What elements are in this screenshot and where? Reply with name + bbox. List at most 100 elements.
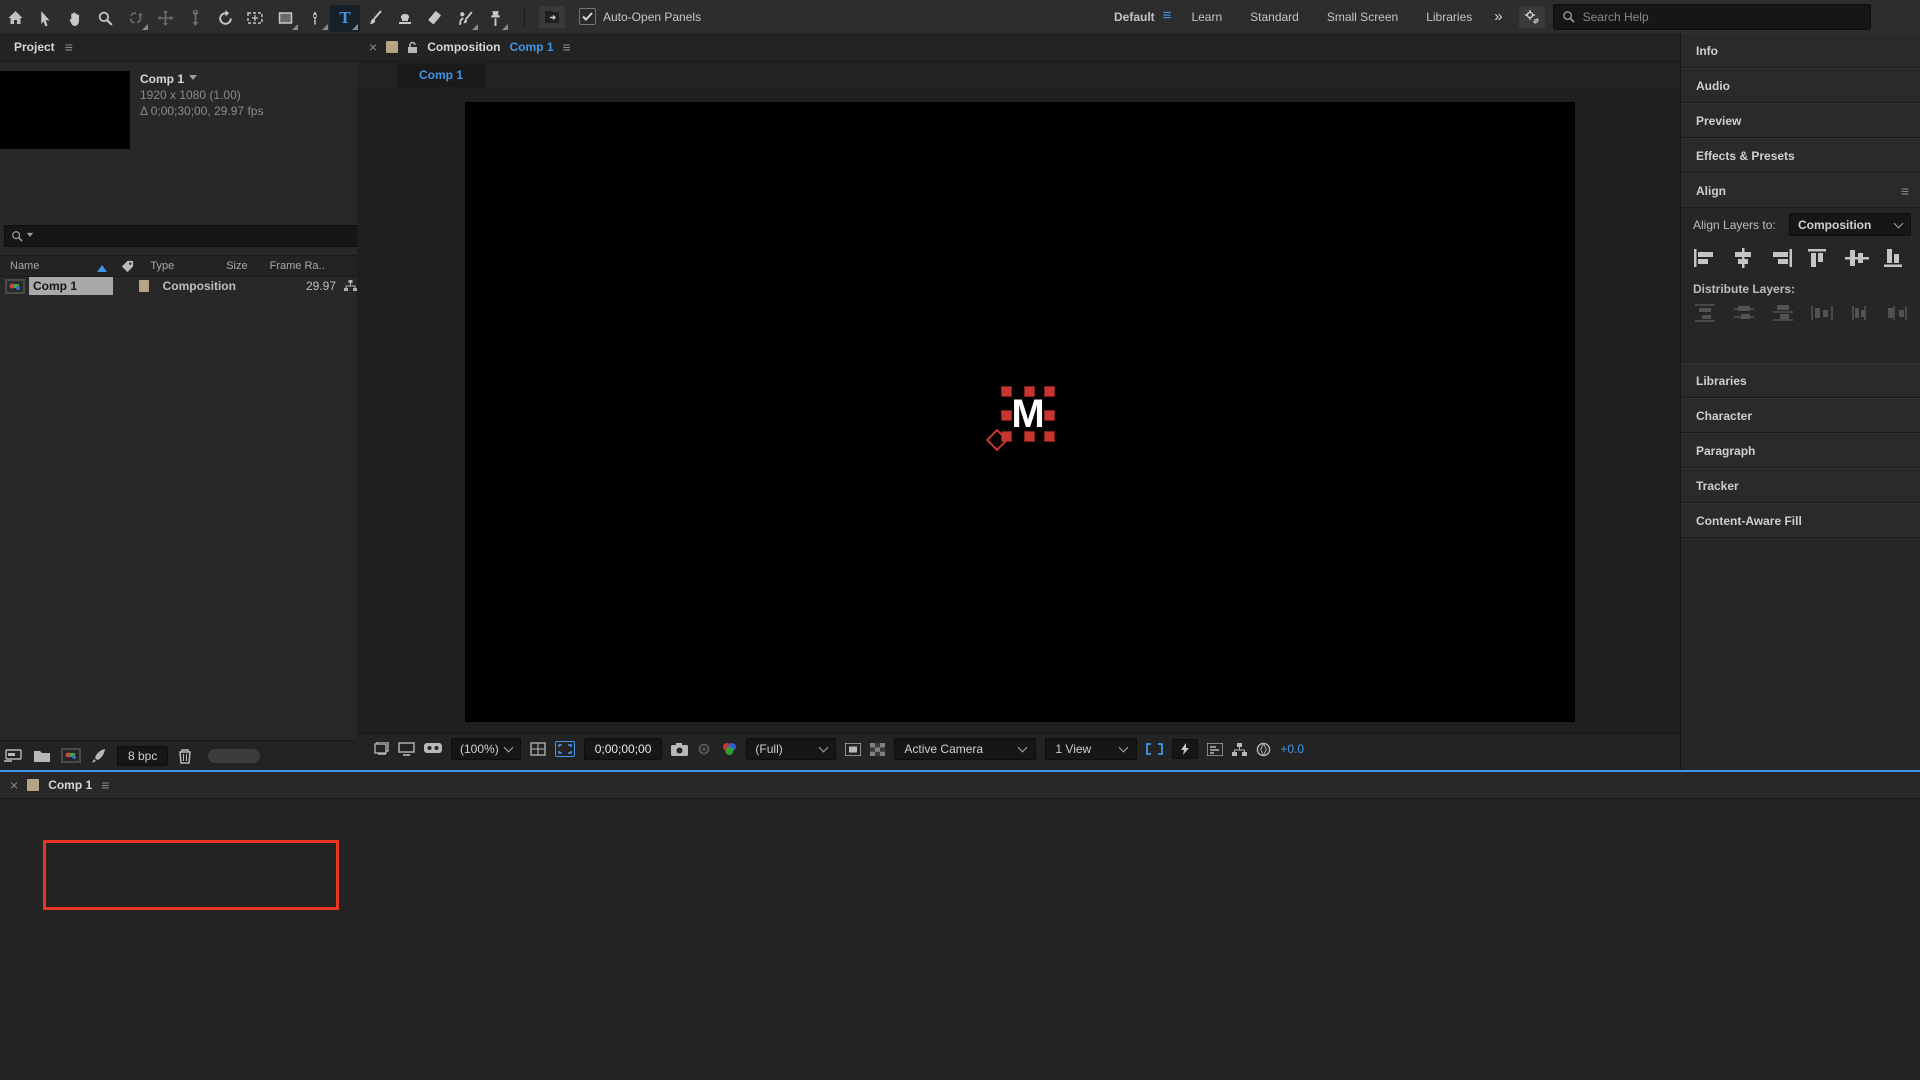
panel-tab-libraries[interactable]: Libraries <box>1681 363 1920 398</box>
workspace-tab-libraries[interactable]: Libraries <box>1412 10 1486 24</box>
text-layer-selection[interactable]: M <box>985 386 1055 452</box>
distribute-left-icon[interactable] <box>1810 304 1833 322</box>
dolly-camera-tool[interactable] <box>180 5 210 32</box>
channels-icon[interactable] <box>721 742 737 756</box>
thumbnail-size-slider[interactable] <box>208 748 261 763</box>
timeline-tab-title[interactable]: Comp 1 <box>48 778 92 792</box>
show-snapshot-icon[interactable] <box>697 743 712 756</box>
exposure-value[interactable]: +0.0 <box>1280 742 1304 756</box>
align-panel-menu-icon[interactable]: ≡ <box>1901 183 1909 199</box>
align-center-horizontal-icon[interactable] <box>1731 248 1755 268</box>
rectangle-tool[interactable] <box>270 5 300 32</box>
resolution-dropdown[interactable]: (Full) <box>746 738 837 760</box>
trash-icon[interactable] <box>178 748 192 764</box>
snapshot-camera-icon[interactable] <box>671 742 689 756</box>
monitor-icon[interactable] <box>398 742 415 756</box>
viewer-tab-comp1[interactable]: Comp 1 <box>397 63 486 87</box>
selection-handle[interactable] <box>1044 386 1055 397</box>
vr-goggles-icon[interactable] <box>424 743 442 755</box>
new-composition-icon[interactable] <box>61 748 81 763</box>
selection-handle[interactable] <box>1024 431 1035 442</box>
composition-panel-tab[interactable]: × Composition Comp 1 ≡ <box>357 33 1680 62</box>
selection-handle[interactable] <box>1044 431 1055 442</box>
distribute-horizontal-center-icon[interactable] <box>1848 304 1870 322</box>
column-size[interactable]: Size <box>226 260 247 272</box>
composition-panel-menu-icon[interactable]: ≡ <box>563 39 571 55</box>
panel-tab-preview[interactable]: Preview <box>1681 103 1920 138</box>
panel-tab-character[interactable]: Character <box>1681 398 1920 433</box>
grid-guides-icon[interactable] <box>530 742 546 756</box>
view-layout-dropdown[interactable]: 1 View <box>1045 738 1138 760</box>
puppet-pin-tool[interactable] <box>480 5 510 32</box>
selection-handle[interactable] <box>1001 386 1012 397</box>
clone-stamp-tool[interactable] <box>390 5 420 32</box>
search-help-box[interactable]: Search Help <box>1552 3 1871 30</box>
distribute-vertical-center-icon[interactable] <box>1732 304 1756 322</box>
project-panel-tab[interactable]: Project ≡ <box>0 33 357 62</box>
pan-camera-tool[interactable] <box>150 5 180 32</box>
distribute-bottom-icon[interactable] <box>1771 304 1795 322</box>
panel-tab-paragraph[interactable]: Paragraph <box>1681 433 1920 468</box>
distribute-top-icon[interactable] <box>1693 304 1717 322</box>
align-center-vertical-icon[interactable] <box>1845 248 1869 268</box>
region-of-interest-icon[interactable] <box>554 741 575 757</box>
eraser-tool[interactable] <box>420 5 450 32</box>
used-in-comp-icon[interactable] <box>344 280 357 292</box>
timeline-menu-icon[interactable]: ≡ <box>101 777 109 793</box>
zoom-tool[interactable] <box>90 5 120 32</box>
comp-current-time[interactable]: 0;00;00;00 <box>583 738 663 760</box>
align-bottom-icon[interactable] <box>1883 248 1907 268</box>
workspace-tab-small-screen[interactable]: Small Screen <box>1313 10 1412 24</box>
interpret-footage-icon[interactable] <box>4 748 23 763</box>
magnification-dropdown[interactable]: (100%) <box>451 738 521 760</box>
project-search-input[interactable] <box>4 225 364 247</box>
pen-tool[interactable] <box>300 5 330 32</box>
type-tool[interactable]: T <box>330 4 360 32</box>
rotation-tool[interactable] <box>210 5 240 32</box>
workspace-tab-default[interactable]: Default <box>1100 10 1169 24</box>
camera-dropdown[interactable]: Active Camera <box>894 738 1037 760</box>
panel-tab-content-aware-fill[interactable]: Content-Aware Fill <box>1681 503 1920 538</box>
open-panel-icon[interactable] <box>539 5 565 28</box>
home-icon[interactable] <box>0 5 30 32</box>
selection-handle[interactable] <box>1024 386 1035 397</box>
close-panel-icon[interactable]: × <box>10 777 18 793</box>
always-preview-icon[interactable] <box>373 742 389 756</box>
align-left-icon[interactable] <box>1693 248 1717 268</box>
color-depth-button[interactable]: 8 bpc <box>117 745 169 766</box>
close-panel-icon[interactable]: × <box>369 39 377 55</box>
project-comp-name[interactable]: Comp 1 <box>140 71 184 87</box>
sort-ascending-icon[interactable] <box>97 260 108 272</box>
fast-previews-icon[interactable] <box>1172 739 1199 759</box>
orbit-camera-tool[interactable] <box>120 5 150 32</box>
align-top-icon[interactable] <box>1807 248 1831 268</box>
workspace-settings-icon[interactable] <box>1518 5 1545 28</box>
label-color-chip[interactable] <box>138 280 149 292</box>
exposure-icon[interactable] <box>1256 742 1271 757</box>
flowchart-button-icon[interactable] <box>1232 742 1248 756</box>
column-type[interactable]: Type <box>150 260 174 272</box>
unlock-icon[interactable] <box>407 41 418 54</box>
transparency-grid-icon[interactable] <box>870 742 886 756</box>
workspace-tab-standard[interactable]: Standard <box>1236 10 1313 24</box>
column-frame-rate[interactable]: Frame Ra.. <box>270 260 325 272</box>
workspace-menu-icon[interactable]: ≡ <box>1163 7 1172 24</box>
camera-tool[interactable] <box>240 5 270 32</box>
panel-tab-audio[interactable]: Audio <box>1681 68 1920 103</box>
new-folder-icon[interactable] <box>33 749 51 763</box>
panel-tab-info[interactable]: Info <box>1681 33 1920 68</box>
selection-handle[interactable] <box>1044 410 1055 421</box>
align-right-icon[interactable] <box>1769 248 1793 268</box>
workspace-overflow-chevron[interactable]: » <box>1494 8 1502 25</box>
target-region-icon[interactable] <box>845 742 862 756</box>
column-name[interactable]: Name <box>10 260 39 272</box>
project-row-name-cell[interactable]: Comp 1 <box>29 277 113 295</box>
brush-tool[interactable] <box>360 5 390 32</box>
pixel-aspect-correction-icon[interactable] <box>1146 743 1164 755</box>
checkbox-checked-icon[interactable] <box>579 8 596 25</box>
search-options-caret-icon[interactable] <box>26 232 34 239</box>
selection-tool[interactable] <box>30 5 60 32</box>
roto-brush-tool[interactable] <box>450 5 480 32</box>
timeline-button-icon[interactable] <box>1207 742 1224 756</box>
panel-tab-tracker[interactable]: Tracker <box>1681 468 1920 503</box>
